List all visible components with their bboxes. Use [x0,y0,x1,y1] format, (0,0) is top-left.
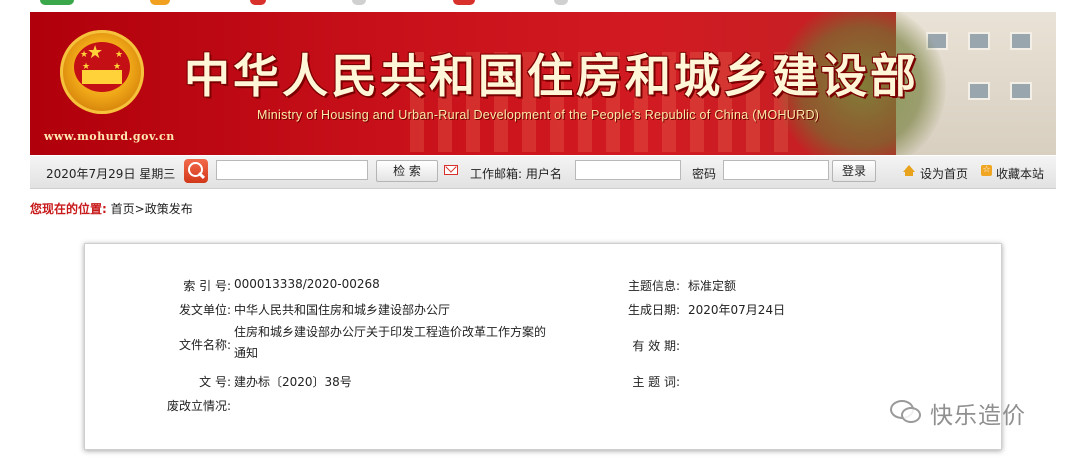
docname-value: 住房和城乡建设部办公厅关于印发工程造价改革工作方案的通知 [234,325,547,360]
current-date: 2020年7月29日 星期三 [46,167,176,181]
document-info-panel: 索 引 号: 000013338/2020-00268 发文单位: 中华人民共和… [84,243,1002,450]
site-title: 中华人民共和国住房和城乡建设部 [184,49,919,103]
index-label: 索 引 号: [183,279,231,293]
issuer-value: 中华人民共和国住房和城乡建设部办公厅 [234,303,451,317]
national-emblem-icon: ★ ★ ★ ★ ★ [60,30,144,114]
docname-label: 文件名称: [178,338,231,352]
wechat-icon [890,400,921,423]
date-value: 2020年07月24日 [688,303,786,317]
browser-tab-strip [0,0,1080,12]
keywords-label: 主 题 词: [632,375,680,389]
bookmark-icon: ☆ [981,165,992,176]
login-button[interactable]: 登录 [832,160,876,182]
site-url[interactable]: www.mohurd.gov.cn [44,130,175,143]
search-button[interactable]: 检 索 [376,160,438,182]
status-label: 废改立情况: [166,399,231,413]
password-input[interactable] [723,160,829,180]
issuer-label: 发文单位: [178,303,231,317]
bookmark-link[interactable]: 收藏本站 [996,165,1044,182]
tab-favicon [453,0,475,5]
tab-favicon [352,0,366,5]
validity-label: 有 效 期: [632,339,680,353]
mail-icon [444,165,458,175]
search-icon[interactable] [184,159,208,183]
breadcrumb: 您现在的位置: 首页>政策发布 [30,200,193,217]
set-homepage-link[interactable]: 设为首页 [920,165,968,182]
site-subtitle: Ministry of Housing and Urban-Rural Deve… [257,108,820,122]
breadcrumb-path[interactable]: 首页>政策发布 [111,202,193,216]
docno-value: 建办标〔2020〕38号 [234,375,352,389]
search-input[interactable] [216,160,368,180]
home-icon [903,165,915,176]
date-label: 生成日期: [627,303,680,317]
breadcrumb-lead: 您现在的位置: [30,202,107,216]
mail-login-label: 工作邮箱: 用户名 [470,167,562,181]
tab-favicon [554,0,568,5]
top-toolbar: 2020年7月29日 星期三 检 索 工作邮箱: 用户名 密码 登录 设为首页 … [30,156,1056,189]
tab-favicon [250,0,266,5]
password-label: 密码 [692,167,717,181]
topic-label: 主题信息: [627,279,680,293]
tab-favicon [40,0,74,5]
site-banner: ★ ★ ★ ★ ★ www.mohurd.gov.cn 中华人民共和国住房和城乡… [30,12,1056,155]
username-input[interactable] [575,160,681,180]
watermark-text: 快乐造价 [930,403,1026,429]
topic-value: 标准定额 [688,279,737,293]
tab-favicon [150,0,170,5]
docno-label: 文 号: [199,375,231,389]
index-value: 000013338/2020-00268 [234,277,380,291]
